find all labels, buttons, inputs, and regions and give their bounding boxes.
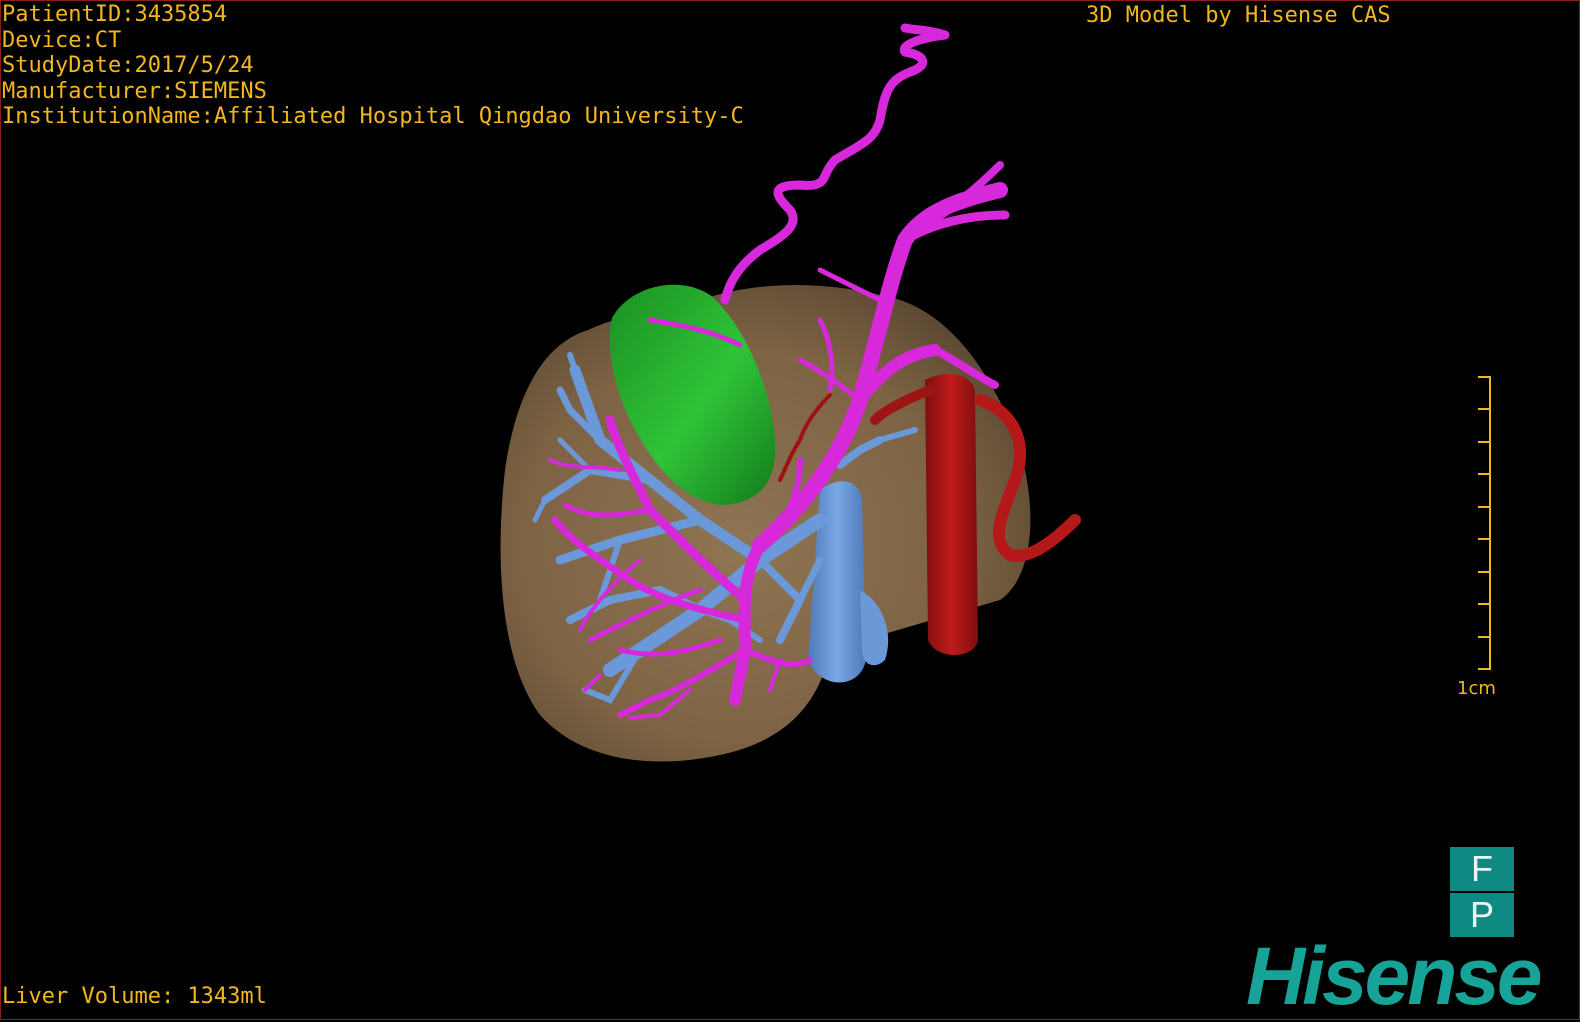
manufacturer-text: Manufacturer:SIEMENS [2,78,267,104]
tortuous-artery [720,23,950,305]
scale-bar [1478,376,1491,670]
3d-liver-model-viewport[interactable] [0,0,1580,1020]
hisense-logo: Hisense [1246,931,1543,1022]
aorta [925,374,978,655]
orientation-indicator[interactable]: F P [1450,847,1514,937]
device-text: Device:CT [2,27,122,53]
model-credit-text: 3D Model by Hisense CAS [1086,3,1391,28]
institution-text: InstitutionName:Affiliated Hospital Qing… [2,104,744,129]
scale-bar-label: 1cm [1457,678,1496,699]
orientation-front-face[interactable]: F [1450,847,1514,891]
patient-id-text: PatientID:3435854 [2,2,228,27]
study-date-text: StudyDate:2017/5/24 [2,53,254,78]
study-info-overlay: PatientID:3435854 Device:CT StudyDate:2017… [2,2,744,130]
liver-volume-text: Liver Volume: 1343ml [2,984,267,1009]
